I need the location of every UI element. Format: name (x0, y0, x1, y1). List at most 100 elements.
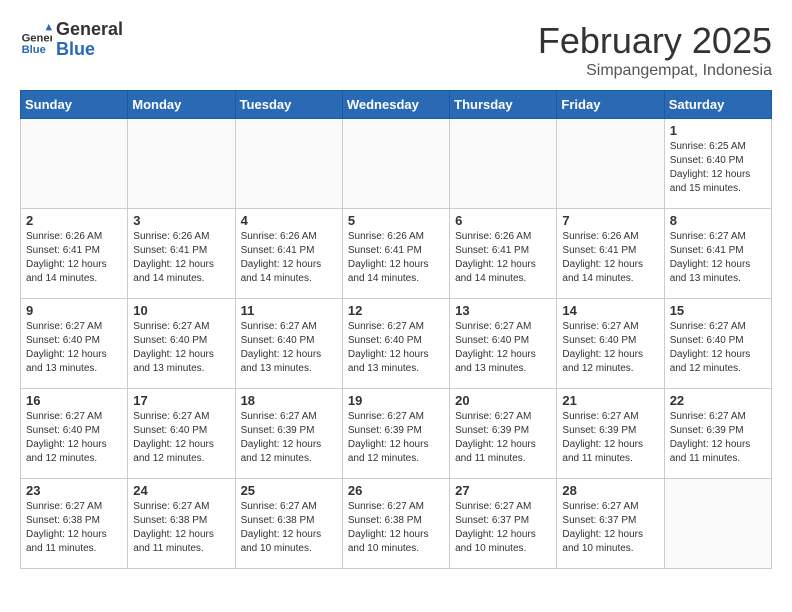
subtitle: Simpangempat, Indonesia (538, 62, 772, 80)
calendar-cell: 22 Sunrise: 6:27 AM Sunset: 6:39 PM Dayli… (664, 389, 771, 479)
day-info: Sunrise: 6:26 AM Sunset: 6:41 PM Dayligh… (241, 230, 337, 286)
calendar-cell: 28Sunrise: 6:27 AM Sunset: 6:37 PM Dayli… (557, 479, 664, 569)
weekday-header-row: SundayMondayTuesdayWednesdayThursdayFrid… (21, 91, 772, 119)
calendar-cell: 1 Sunrise: 6:25 AM Sunset: 6:40 PM Daylig… (664, 119, 771, 209)
day-number: 1 (670, 123, 766, 138)
day-info: Sunrise: 6:27 AM Sunset: 6:38 PM Dayligh… (133, 500, 229, 556)
week-row-5: 23 Sunrise: 6:27 AM Sunset: 6:38 PM Dayli… (21, 479, 772, 569)
calendar-cell (21, 119, 128, 209)
calendar-cell: 13 Sunrise: 6:27 AM Sunset: 6:40 PM Dayli… (450, 299, 557, 389)
day-info: Sunrise: 6:27 AM Sunset: 6:40 PM Dayligh… (562, 320, 658, 376)
calendar-cell: 10 Sunrise: 6:27 AM Sunset: 6:40 PM Dayli… (128, 299, 235, 389)
day-info: Sunrise: 6:27 AM Sunset: 6:40 PM Dayligh… (26, 410, 122, 466)
day-info: Sunrise: 6:27 AM Sunset: 6:39 PM Dayligh… (348, 410, 444, 466)
day-number: 20 (455, 393, 551, 408)
day-info: Sunrise: 6:27 AM Sunset: 6:39 PM Dayligh… (562, 410, 658, 466)
day-number: 4 (241, 213, 337, 228)
calendar-cell: 7 Sunrise: 6:26 AM Sunset: 6:41 PM Daylig… (557, 209, 664, 299)
day-info: Sunrise: 6:27 AM Sunset: 6:40 PM Dayligh… (133, 320, 229, 376)
day-info: Sunrise: 6:27 AM Sunset: 6:39 PM Dayligh… (241, 410, 337, 466)
weekday-header-friday: Friday (557, 91, 664, 119)
calendar-cell: 2 Sunrise: 6:26 AM Sunset: 6:41 PM Daylig… (21, 209, 128, 299)
day-number: 22 (670, 393, 766, 408)
calendar-cell (664, 479, 771, 569)
page-header: General Blue General Blue February 2025 … (20, 20, 772, 80)
day-info: Sunrise: 6:27 AM Sunset: 6:40 PM Dayligh… (133, 410, 229, 466)
day-number: 21 (562, 393, 658, 408)
calendar-cell: 11 Sunrise: 6:27 AM Sunset: 6:40 PM Dayli… (235, 299, 342, 389)
calendar-cell: 24 Sunrise: 6:27 AM Sunset: 6:38 PM Dayli… (128, 479, 235, 569)
day-number: 27 (455, 483, 551, 498)
svg-text:General: General (22, 32, 52, 44)
day-info: Sunrise: 6:27 AM Sunset: 6:40 PM Dayligh… (348, 320, 444, 376)
day-number: 10 (133, 303, 229, 318)
day-number: 17 (133, 393, 229, 408)
week-row-2: 2 Sunrise: 6:26 AM Sunset: 6:41 PM Daylig… (21, 209, 772, 299)
day-info: Sunrise: 6:27 AM Sunset: 6:41 PM Dayligh… (670, 230, 766, 286)
weekday-header-monday: Monday (128, 91, 235, 119)
day-info: Sunrise: 6:27 AM Sunset: 6:40 PM Dayligh… (670, 320, 766, 376)
day-info: Sunrise: 6:25 AM Sunset: 6:40 PM Dayligh… (670, 140, 766, 196)
calendar-cell (128, 119, 235, 209)
day-number: 8 (670, 213, 766, 228)
calendar-cell: 5 Sunrise: 6:26 AM Sunset: 6:41 PM Daylig… (342, 209, 449, 299)
day-info: Sunrise: 6:27 AM Sunset: 6:38 PM Dayligh… (241, 500, 337, 556)
day-number: 28 (562, 483, 658, 498)
calendar-cell: 20 Sunrise: 6:27 AM Sunset: 6:39 PM Dayli… (450, 389, 557, 479)
day-info: Sunrise: 6:27 AM Sunset: 6:39 PM Dayligh… (670, 410, 766, 466)
day-number: 7 (562, 213, 658, 228)
day-number: 12 (348, 303, 444, 318)
day-number: 25 (241, 483, 337, 498)
calendar-cell: 21 Sunrise: 6:27 AM Sunset: 6:39 PM Dayli… (557, 389, 664, 479)
logo-icon: General Blue (20, 24, 52, 56)
day-number: 23 (26, 483, 122, 498)
weekday-header-tuesday: Tuesday (235, 91, 342, 119)
day-number: 16 (26, 393, 122, 408)
day-info: Sunrise: 6:26 AM Sunset: 6:41 PM Dayligh… (26, 230, 122, 286)
day-number: 18 (241, 393, 337, 408)
logo-line2: Blue (56, 40, 123, 60)
day-info: Sunrise: 6:26 AM Sunset: 6:41 PM Dayligh… (348, 230, 444, 286)
title-block: February 2025 Simpangempat, Indonesia (538, 20, 772, 80)
calendar-cell: 23 Sunrise: 6:27 AM Sunset: 6:38 PM Dayli… (21, 479, 128, 569)
day-number: 13 (455, 303, 551, 318)
day-number: 5 (348, 213, 444, 228)
day-info: Sunrise: 6:26 AM Sunset: 6:41 PM Dayligh… (133, 230, 229, 286)
day-number: 9 (26, 303, 122, 318)
calendar-cell: 12 Sunrise: 6:27 AM Sunset: 6:40 PM Dayli… (342, 299, 449, 389)
day-info: Sunrise: 6:27 AM Sunset: 6:40 PM Dayligh… (241, 320, 337, 376)
calendar-cell: 3 Sunrise: 6:26 AM Sunset: 6:41 PM Daylig… (128, 209, 235, 299)
day-number: 3 (133, 213, 229, 228)
calendar-cell (235, 119, 342, 209)
calendar-cell: 14Sunrise: 6:27 AM Sunset: 6:40 PM Dayli… (557, 299, 664, 389)
calendar-table: SundayMondayTuesdayWednesdayThursdayFrid… (20, 90, 772, 569)
logo: General Blue General Blue (20, 20, 123, 60)
calendar-cell: 6Sunrise: 6:26 AM Sunset: 6:41 PM Daylig… (450, 209, 557, 299)
calendar-cell: 25 Sunrise: 6:27 AM Sunset: 6:38 PM Dayli… (235, 479, 342, 569)
day-number: 19 (348, 393, 444, 408)
calendar-cell: 4 Sunrise: 6:26 AM Sunset: 6:41 PM Daylig… (235, 209, 342, 299)
day-info: Sunrise: 6:26 AM Sunset: 6:41 PM Dayligh… (562, 230, 658, 286)
calendar-cell: 18 Sunrise: 6:27 AM Sunset: 6:39 PM Dayli… (235, 389, 342, 479)
week-row-1: 1 Sunrise: 6:25 AM Sunset: 6:40 PM Daylig… (21, 119, 772, 209)
calendar-cell: 26Sunrise: 6:27 AM Sunset: 6:38 PM Dayli… (342, 479, 449, 569)
calendar-cell: 19 Sunrise: 6:27 AM Sunset: 6:39 PM Dayli… (342, 389, 449, 479)
calendar-cell (557, 119, 664, 209)
day-number: 6 (455, 213, 551, 228)
day-number: 24 (133, 483, 229, 498)
day-info: Sunrise: 6:27 AM Sunset: 6:39 PM Dayligh… (455, 410, 551, 466)
calendar-cell: 8 Sunrise: 6:27 AM Sunset: 6:41 PM Daylig… (664, 209, 771, 299)
week-row-3: 9 Sunrise: 6:27 AM Sunset: 6:40 PM Daylig… (21, 299, 772, 389)
day-info: Sunrise: 6:27 AM Sunset: 6:38 PM Dayligh… (26, 500, 122, 556)
logo-line1: General (56, 20, 123, 40)
calendar-cell: 15 Sunrise: 6:27 AM Sunset: 6:40 PM Dayli… (664, 299, 771, 389)
day-number: 11 (241, 303, 337, 318)
calendar-cell: 17 Sunrise: 6:27 AM Sunset: 6:40 PM Dayli… (128, 389, 235, 479)
calendar-cell (342, 119, 449, 209)
week-row-4: 16 Sunrise: 6:27 AM Sunset: 6:40 PM Dayli… (21, 389, 772, 479)
day-number: 2 (26, 213, 122, 228)
day-number: 15 (670, 303, 766, 318)
day-info: Sunrise: 6:27 AM Sunset: 6:40 PM Dayligh… (455, 320, 551, 376)
day-info: Sunrise: 6:27 AM Sunset: 6:40 PM Dayligh… (26, 320, 122, 376)
month-title: February 2025 (538, 20, 772, 62)
